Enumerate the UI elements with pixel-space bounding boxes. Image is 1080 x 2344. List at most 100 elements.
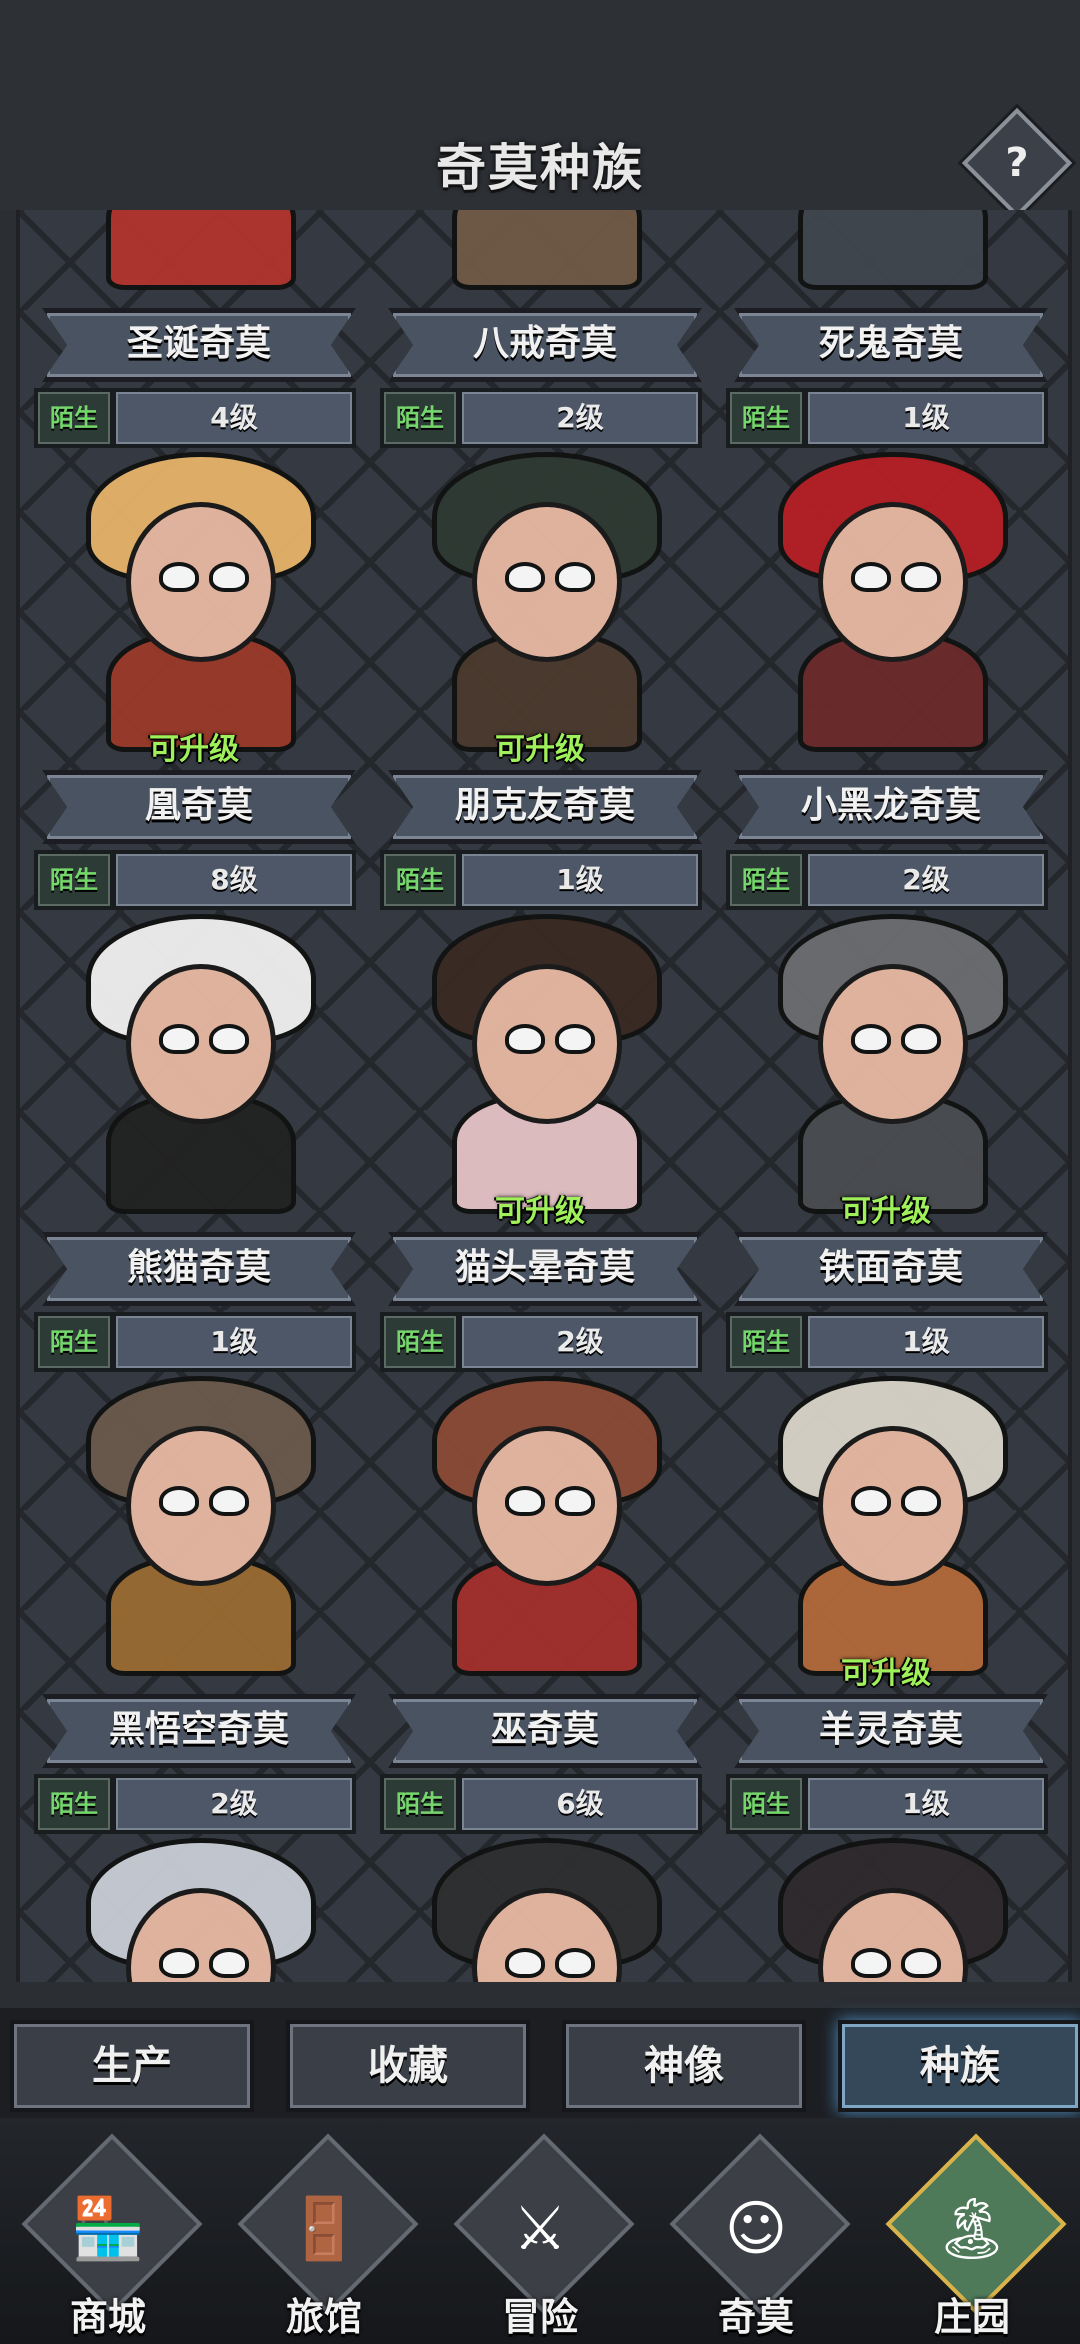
character-portrait	[46, 1818, 342, 1982]
bottom-nav: 🏪 商城 🚪 旅馆 ⚔ 冒险 ☺ 奇莫 🏝 庄园	[0, 2118, 1080, 2344]
qimo-character-icon: ☺	[724, 2194, 788, 2264]
name-plate: 八戒奇莫	[388, 308, 702, 382]
character-face	[818, 1426, 968, 1586]
character-portrait	[392, 432, 688, 752]
race-card[interactable]: 可升级 铁面奇莫 陌生 1级	[718, 864, 1054, 1372]
shop-icon: 🏪	[70, 2194, 146, 2264]
character-portrait	[392, 1818, 688, 1982]
character-portrait	[46, 1356, 342, 1676]
race-card[interactable]: 可升级 朋克友奇莫 陌生 1级	[372, 402, 708, 910]
eye	[209, 562, 249, 592]
character-portrait	[738, 1356, 1034, 1676]
tab-statue[interactable]: 神像	[562, 2020, 806, 2112]
nav-label: 庄园	[933, 2295, 1010, 2339]
name-plate: 凰奇莫	[42, 770, 356, 844]
race-card[interactable]: 巫奇莫 陌生 6级	[372, 1326, 708, 1834]
nav-label: 奇莫	[717, 2295, 794, 2339]
race-name: 圣诞奇莫	[126, 323, 271, 364]
name-plate: 猫头晕奇莫	[388, 1232, 702, 1306]
upgradable-label: 可升级	[495, 1194, 585, 1229]
eye	[851, 1486, 891, 1516]
eye	[159, 1948, 199, 1978]
character-portrait	[392, 210, 688, 290]
nav-adventure[interactable]: ⚔ 冒险	[432, 2118, 648, 2344]
character-body	[106, 210, 296, 290]
character-face	[472, 1426, 622, 1586]
name-plate: 羊灵奇莫	[734, 1694, 1048, 1768]
crossed-swords-icon: ⚔	[513, 2194, 567, 2264]
race-card[interactable]: 可升级 猫头晕奇莫 陌生 2级	[372, 864, 708, 1372]
eye	[851, 1948, 891, 1978]
character-portrait	[46, 894, 342, 1214]
race-card[interactable]: 可升级 凰奇莫 陌生 8级	[26, 402, 362, 910]
upgradable-label: 可升级	[149, 732, 239, 767]
race-name: 朋克友奇莫	[454, 785, 635, 826]
race-name: 死鬼奇莫	[818, 323, 963, 364]
character-face	[126, 502, 276, 662]
character-body	[798, 210, 988, 290]
character-portrait	[46, 432, 342, 752]
eye	[505, 1486, 545, 1516]
character-body	[452, 210, 642, 290]
upgradable-label: 可升级	[495, 732, 585, 767]
race-card[interactable]	[718, 1788, 1054, 1982]
sub-tab-bar: 生产 收藏 神像 种族	[0, 2008, 1080, 2118]
race-card[interactable]: 黑悟空奇莫 陌生 2级	[26, 1326, 362, 1834]
inn-gate-icon: 🚪	[286, 2194, 362, 2264]
race-card[interactable]	[26, 1788, 362, 1982]
race-card[interactable]	[372, 1788, 708, 1982]
character-portrait	[738, 210, 1034, 290]
top-bar: 奇莫种族 ?	[0, 0, 1080, 219]
eye	[555, 1024, 595, 1054]
race-card[interactable]: 熊猫奇莫 陌生 1级	[26, 864, 362, 1372]
race-card[interactable]: 八戒奇莫 陌生 2级	[372, 210, 708, 448]
race-card[interactable]: 死鬼奇莫 陌生 1级	[718, 210, 1054, 448]
name-plate: 巫奇莫	[388, 1694, 702, 1768]
eye	[555, 1948, 595, 1978]
tab-production[interactable]: 生产	[10, 2020, 254, 2112]
question-mark-icon: ?	[1005, 140, 1029, 186]
eye	[851, 1024, 891, 1054]
name-plate: 死鬼奇莫	[734, 308, 1048, 382]
character-face	[126, 964, 276, 1124]
race-card[interactable]: 圣诞奇莫 陌生 4级	[26, 210, 362, 448]
character-portrait	[392, 894, 688, 1214]
upgradable-label: 可升级	[841, 1656, 931, 1691]
tab-collection[interactable]: 收藏	[286, 2020, 530, 2112]
eye	[555, 562, 595, 592]
eye	[159, 562, 199, 592]
race-name: 猫头晕奇莫	[454, 1247, 635, 1288]
race-card[interactable]: 可升级 羊灵奇莫 陌生 1级	[718, 1326, 1054, 1834]
character-face	[472, 964, 622, 1124]
nav-shop[interactable]: 🏪 商城	[0, 2118, 216, 2344]
character-portrait	[738, 432, 1034, 752]
character-portrait	[392, 1356, 688, 1676]
character-portrait	[46, 210, 342, 290]
help-button[interactable]: ?	[961, 107, 1073, 219]
race-name: 黑悟空奇莫	[108, 1709, 289, 1750]
manor-island-icon: 🏝	[933, 2194, 1011, 2264]
character-portrait	[738, 1818, 1034, 1982]
eye	[209, 1486, 249, 1516]
eye	[209, 1948, 249, 1978]
nav-label: 冒险	[501, 2295, 578, 2339]
race-name: 凰奇莫	[144, 785, 253, 826]
nav-label: 商城	[69, 2295, 146, 2339]
race-card[interactable]: 小黑龙奇莫 陌生 2级	[718, 402, 1054, 910]
nav-qimo[interactable]: ☺ 奇莫	[648, 2118, 864, 2344]
race-card-grid[interactable]: 圣诞奇莫 陌生 4级 八戒奇莫 陌生 2级 死鬼奇莫 陌生 1级 可升级 凰奇莫 陌生 8级 可升级 朋克友…	[16, 210, 1072, 1982]
nav-inn[interactable]: 🚪 旅馆	[216, 2118, 432, 2344]
name-plate: 熊猫奇莫	[42, 1232, 356, 1306]
eye	[851, 562, 891, 592]
nav-manor[interactable]: 🏝 庄园	[864, 2118, 1080, 2344]
race-name: 铁面奇莫	[818, 1247, 963, 1288]
eye	[901, 1948, 941, 1978]
eye	[159, 1024, 199, 1054]
character-face	[472, 502, 622, 662]
character-face	[818, 964, 968, 1124]
tab-race[interactable]: 种族	[838, 2020, 1080, 2112]
eye	[901, 1024, 941, 1054]
race-name: 熊猫奇莫	[126, 1247, 271, 1288]
name-plate: 黑悟空奇莫	[42, 1694, 356, 1768]
eye	[209, 1024, 249, 1054]
